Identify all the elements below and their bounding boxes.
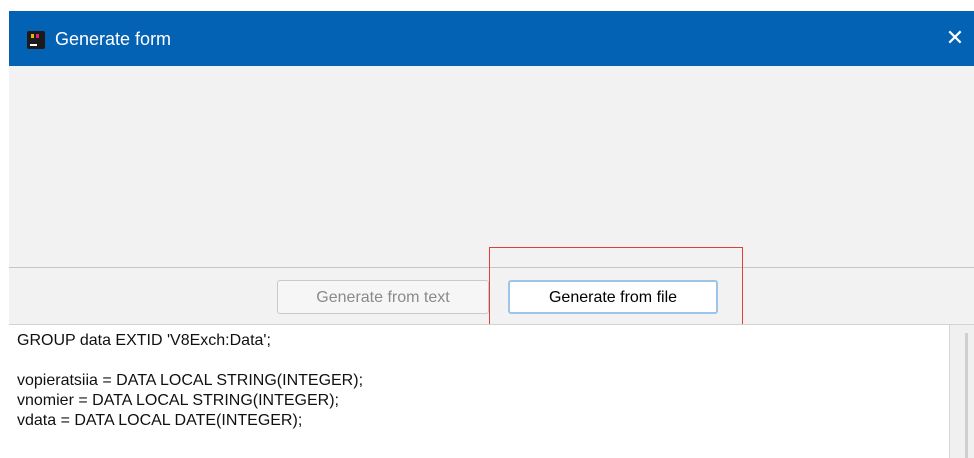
scrollbar-thumb[interactable] [965, 333, 968, 458]
code-line: GROUP data EXTID 'V8Exch:Data'; [17, 332, 271, 349]
button-row: Generate from text Generate from file [9, 268, 974, 324]
close-icon[interactable]: ✕ [942, 25, 968, 51]
generate-from-text-button[interactable]: Generate from text [277, 280, 489, 314]
code-line: vnomier = DATA LOCAL STRING(INTEGER); [17, 392, 339, 409]
generate-from-file-button[interactable]: Generate from file [508, 280, 718, 314]
top-pane [9, 66, 974, 268]
generate-form-window: Generate form ✕ Generate from text Gener… [9, 11, 974, 458]
title-bar: Generate form ✕ [9, 11, 974, 66]
vertical-scrollbar[interactable] [949, 324, 974, 458]
code-editor[interactable]: GROUP data EXTID 'V8Exch:Data'; vopierat… [9, 324, 949, 458]
code-line: vdata = DATA LOCAL DATE(INTEGER); [17, 412, 303, 429]
code-line: vopieratsiia = DATA LOCAL STRING(INTEGER… [17, 372, 364, 389]
window-title: Generate form [55, 29, 172, 49]
app-icon [27, 31, 45, 49]
